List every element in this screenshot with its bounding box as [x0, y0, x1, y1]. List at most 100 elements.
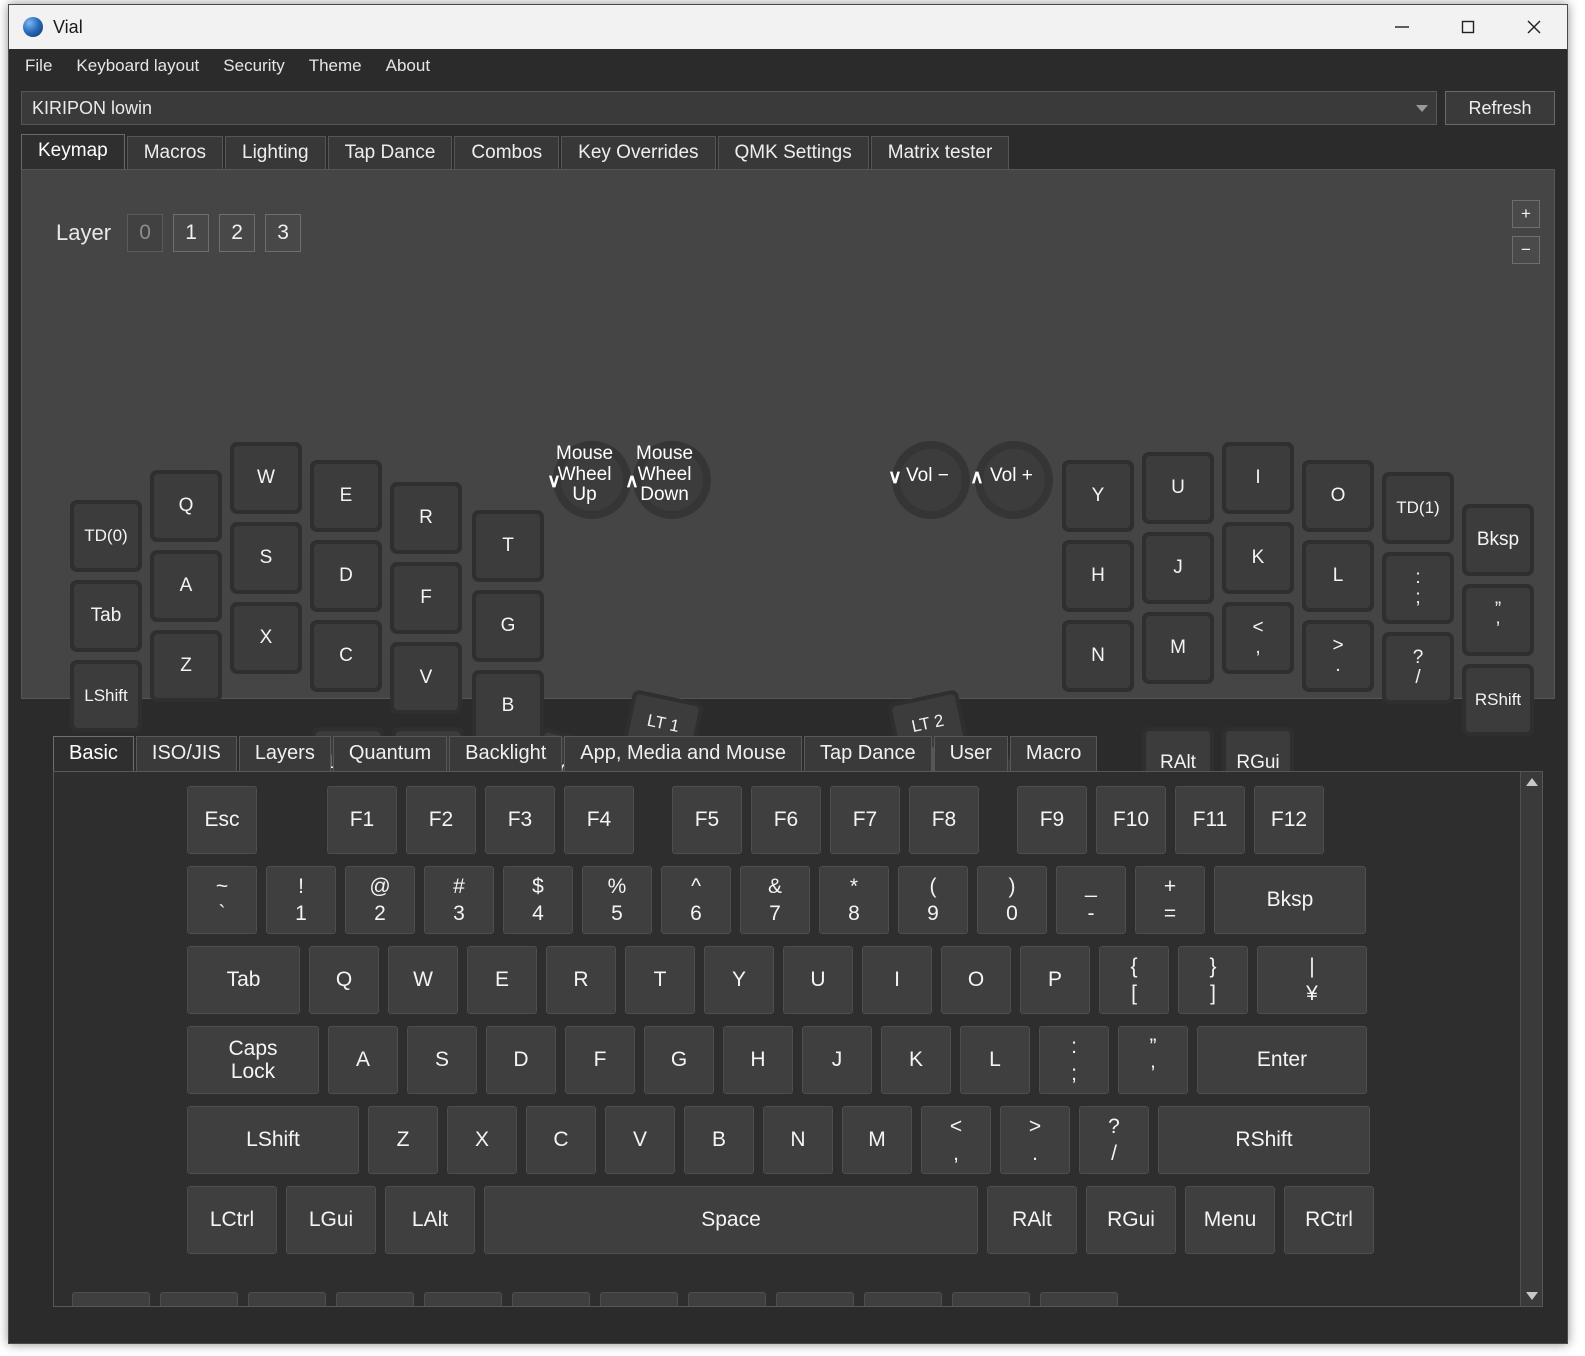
keycode-f1[interactable]: F1: [327, 786, 397, 854]
keymap-key-i-r20[interactable]: I: [1222, 442, 1294, 514]
keymap-key-z-l12[interactable]: Z: [150, 630, 222, 702]
keymap-key-u-r10[interactable]: U: [1142, 452, 1214, 524]
keymap-key-q-l10[interactable]: Q: [150, 470, 222, 542]
keymap-key-x-r22[interactable]: <,: [1222, 602, 1294, 674]
keycode-x9[interactable]: (9: [898, 866, 968, 934]
keycode-rctrl[interactable]: RCtrl: [1284, 1186, 1374, 1254]
keymap-key-tdx1x-r40[interactable]: TD(1): [1382, 472, 1454, 544]
keycode-lctrl[interactable]: LCtrl: [187, 1186, 277, 1254]
keycode-e[interactable]: E: [467, 946, 537, 1014]
keycode-f11[interactable]: F11: [1175, 786, 1245, 854]
minimize-button[interactable]: [1369, 5, 1435, 49]
keycode-x[interactable]: ~ `: [187, 866, 257, 934]
keymap-key-b-l52[interactable]: B: [472, 670, 544, 742]
keymap-key-r-l40[interactable]: R: [390, 482, 462, 554]
keycode-rshift[interactable]: RShift: [1158, 1106, 1370, 1174]
keycode-clipped-key[interactable]: [1040, 1292, 1118, 1306]
keymap-key-x-l22[interactable]: X: [230, 602, 302, 674]
menu-about[interactable]: About: [384, 54, 432, 78]
keycode-w[interactable]: W: [388, 946, 458, 1014]
keymap-key-t-l50[interactable]: T: [472, 510, 544, 582]
keymap-key-x-r51[interactable]: ”’: [1462, 584, 1534, 656]
keycode-clipped-key[interactable]: [512, 1292, 590, 1306]
menu-theme[interactable]: Theme: [307, 54, 364, 78]
keycode-x[interactable]: >.: [1000, 1106, 1070, 1174]
keycode-clipped-key[interactable]: [864, 1292, 942, 1306]
keycode-clipped-key[interactable]: [952, 1292, 1030, 1306]
keycode-r[interactable]: R: [546, 946, 616, 1014]
keycode-ralt[interactable]: RAlt: [987, 1186, 1077, 1254]
keymap-key-lshift-l02[interactable]: LShift: [70, 660, 142, 732]
keycode-caps-lock[interactable]: Caps Lock: [187, 1026, 319, 1094]
main-tab-keymap[interactable]: Keymap: [21, 134, 125, 169]
keymap-encoder-2[interactable]: [892, 441, 970, 519]
keycode-x[interactable]: {[: [1099, 946, 1169, 1014]
keycode-y[interactable]: Y: [704, 946, 774, 1014]
keycode-x[interactable]: }]: [1178, 946, 1248, 1014]
keycode-b[interactable]: B: [684, 1106, 754, 1174]
keycode-clipped-key[interactable]: [688, 1292, 766, 1306]
maximize-button[interactable]: [1435, 5, 1501, 49]
keycode-tab-layers[interactable]: Layers: [238, 736, 331, 771]
keymap-key-x-r42[interactable]: ? /: [1382, 632, 1454, 704]
keycode-x[interactable]: | ¥: [1257, 946, 1367, 1014]
keycode-x0[interactable]: ) 0: [977, 866, 1047, 934]
keycode-x6[interactable]: ^ 6: [661, 866, 731, 934]
keycode-o[interactable]: O: [941, 946, 1011, 1014]
keymap-key-y-r00[interactable]: Y: [1062, 460, 1134, 532]
keycode-d[interactable]: D: [486, 1026, 556, 1094]
keycode-lgui[interactable]: LGui: [286, 1186, 376, 1254]
keycode-s[interactable]: S: [407, 1026, 477, 1094]
main-tab-key-overrides[interactable]: Key Overrides: [561, 136, 716, 169]
keymap-key-td0-l00[interactable]: TD(0): [70, 500, 142, 572]
keycode-clipped-key[interactable]: [160, 1292, 238, 1306]
keymap-key-o-r30[interactable]: O: [1302, 460, 1374, 532]
keycode-a[interactable]: A: [328, 1026, 398, 1094]
keycode-u[interactable]: U: [783, 946, 853, 1014]
keycode-f4[interactable]: F4: [564, 786, 634, 854]
main-tab-macros[interactable]: Macros: [126, 136, 223, 169]
keycode-x[interactable]: + =: [1135, 866, 1205, 934]
keycode-n[interactable]: N: [763, 1106, 833, 1174]
keymap-encoder-0[interactable]: [553, 441, 631, 519]
keymap-key-a-l11[interactable]: A: [150, 550, 222, 622]
keymap-key-tab-l01[interactable]: Tab: [70, 580, 142, 652]
keycode-x[interactable]: ”’: [1118, 1026, 1188, 1094]
keycode-clipped-key[interactable]: [248, 1292, 326, 1306]
keycode-x1[interactable]: ! 1: [266, 866, 336, 934]
keymap-key-n-r02[interactable]: N: [1062, 620, 1134, 692]
keycode-h[interactable]: H: [723, 1026, 793, 1094]
keycode-tab-macro[interactable]: Macro: [1009, 736, 1098, 771]
keycode-scrollbar[interactable]: [1520, 772, 1542, 1306]
keycode-tab[interactable]: Tab: [187, 946, 300, 1014]
keycode-l[interactable]: L: [960, 1026, 1030, 1094]
keymap-key-bksp-r50[interactable]: Bksp: [1462, 504, 1534, 576]
keycode-x[interactable]: ? /: [1079, 1106, 1149, 1174]
keymap-key-x-r41[interactable]: :;: [1382, 552, 1454, 624]
keycode-f8[interactable]: F8: [909, 786, 979, 854]
keycode-f9[interactable]: F9: [1017, 786, 1087, 854]
keycode-x5[interactable]: % 5: [582, 866, 652, 934]
keymap-key-e-l30[interactable]: E: [310, 460, 382, 532]
close-button[interactable]: [1501, 5, 1567, 49]
keymap-key-j-r11[interactable]: J: [1142, 532, 1214, 604]
main-tab-lighting[interactable]: Lighting: [225, 136, 326, 169]
keycode-tab-tap-dance[interactable]: Tap Dance: [803, 736, 932, 771]
keycode-f10[interactable]: F10: [1096, 786, 1166, 854]
keycode-rgui[interactable]: RGui: [1086, 1186, 1176, 1254]
keycode-v[interactable]: V: [605, 1106, 675, 1174]
scroll-up-icon[interactable]: [1521, 772, 1542, 792]
keymap-key-d-l31[interactable]: D: [310, 540, 382, 612]
keycode-esc[interactable]: Esc: [187, 786, 257, 854]
keycode-bksp[interactable]: Bksp: [1214, 866, 1366, 934]
keycode-f12[interactable]: F12: [1254, 786, 1324, 854]
keycode-f5[interactable]: F5: [672, 786, 742, 854]
keycode-q[interactable]: Q: [309, 946, 379, 1014]
keymap-key-g-l51[interactable]: G: [472, 590, 544, 662]
scroll-down-icon[interactable]: [1521, 1286, 1542, 1306]
keymap-key-s-l21[interactable]: S: [230, 522, 302, 594]
keymap-key-rshift-r52[interactable]: RShift: [1462, 664, 1534, 736]
keycode-tab-backlight[interactable]: Backlight: [449, 736, 563, 771]
main-tab-qmk-settings[interactable]: QMK Settings: [717, 136, 869, 169]
keycode-enter[interactable]: Enter: [1197, 1026, 1367, 1094]
